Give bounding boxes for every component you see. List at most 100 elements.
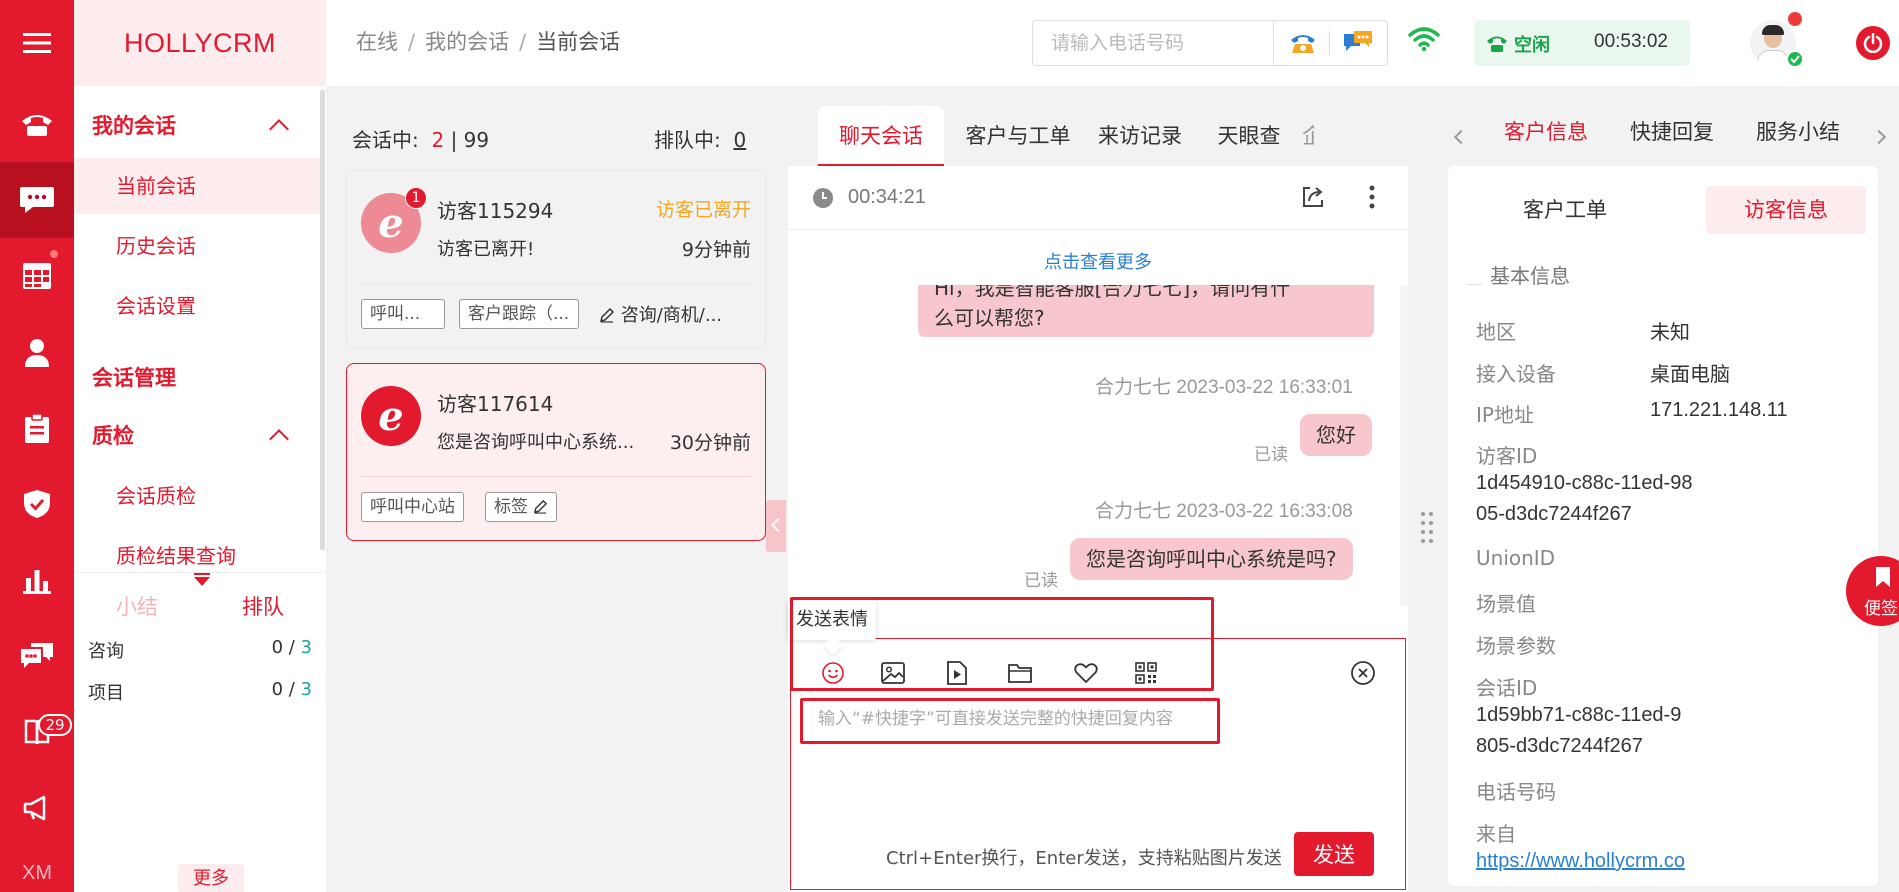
message-bubble: 您好 [1300,414,1372,456]
resize-handle-icon[interactable] [1420,510,1434,549]
unread-badge: 1 [405,187,427,209]
stat-row: 项目 0 / 3 [88,679,312,705]
agent-status[interactable]: 空闲 00:53:02 [1474,20,1690,66]
field-value: 1d59bb71-c88c-11ed-9 805-d3dc7244f267 [1476,704,1682,757]
chevron-up-icon[interactable] [269,429,289,449]
queue-value[interactable]: 0 [733,128,746,152]
tab-queue[interactable]: 排队 [200,591,326,621]
chart-icon[interactable] [0,542,74,618]
sticky-label: 便签 [1864,599,1898,619]
grid-icon[interactable] [0,238,74,314]
subtab-customer-ticket[interactable]: 客户工单 [1510,186,1620,234]
nav-scrollbar[interactable] [320,90,325,550]
stat-label: 咨询 [88,641,124,662]
power-icon[interactable] [1856,26,1890,60]
field-value: 未知 [1650,322,1690,344]
conversation-card[interactable]: e 1 访客115294 访客已离开 访客已离开! 9分钟前 呼叫... 客户跟… [346,170,766,348]
visitor-name: 访客115294 [437,199,554,223]
message-meta: 合力七七 2023-03-22 16:33:01 [1095,377,1353,398]
tab-quick-reply[interactable]: 快捷回复 [1630,116,1714,146]
dial-icon[interactable] [1289,31,1317,60]
nav-item-qc-session[interactable]: 会话质检 [74,468,320,524]
caret-down-icon[interactable] [194,577,210,586]
nav-item-settings[interactable]: 会话设置 [74,278,320,334]
user-icon[interactable] [0,314,74,390]
tag[interactable]: 客户跟踪（... [459,299,579,329]
nav-item-qc-query[interactable]: 质检结果查询 [74,528,320,584]
nav-group-qc[interactable]: 质检 [92,420,134,450]
tab-visit-record[interactable]: 来访记录 [1088,106,1192,166]
conversation-card-active[interactable]: e 访客117614 您是咨询呼叫中心系统... 30分钟前 呼叫中心站 标签 [346,363,766,541]
secondary-nav: HOLLYCRM 我的会话 当前会话 历史会话 会话设置 会话管理 质检 会话质… [74,0,326,892]
field-label: 来自 [1476,822,1516,846]
message-bubble: Hi，我是智能客服[合力七七]，请问有什 么可以帮您? [918,285,1374,337]
tag-edit[interactable]: 咨询/商机/... [599,301,722,327]
chevron-right-icon[interactable] [1871,129,1887,145]
shield-icon[interactable] [0,466,74,542]
tab-customer-info[interactable]: 客户信息 [1504,116,1588,146]
view-more-link[interactable]: 点击查看更多 [788,248,1408,274]
tab-service-summary[interactable]: 服务小结 [1756,116,1840,146]
breadcrumb-my-sessions[interactable]: 我的会话 [425,30,509,54]
send-button[interactable]: 发送 [1294,832,1374,876]
field-label: 场景参数 [1476,634,1556,658]
more-button[interactable]: 更多 [178,864,244,892]
bookmark-icon [1874,566,1892,593]
breadcrumb-online[interactable]: 在线 [356,30,398,54]
tab-truncated[interactable]: 企 [1302,106,1314,166]
tag[interactable]: 呼叫... [361,299,445,329]
tab-tianyancha[interactable]: 天眼查 [1204,106,1294,166]
announcement-icon[interactable] [0,770,74,846]
phone-search [1032,20,1388,66]
send-hint: Ctrl+Enter换行，Enter发送，支持粘贴图片发送 [886,848,1282,869]
customer-info-panel: 客户工单 访客信息 基本信息 地区 未知 接入设备 桌面电脑 IP地址 171.… [1448,166,1878,886]
close-icon[interactable] [1350,660,1376,691]
status-label: 空闲 [1514,35,1550,56]
tab-chat[interactable]: 聊天会话 [818,106,944,166]
chat-icon[interactable] [0,162,74,238]
time-ago: 9分钟前 [681,239,751,261]
read-status: 已读 [1254,445,1288,465]
collapse-list-button[interactable] [766,500,786,552]
nav-item-current-session[interactable]: 当前会话 [74,158,320,214]
tab-summary[interactable]: 小结 [74,591,200,621]
tab-customer-ticket[interactable]: 客户与工单 [958,106,1078,166]
toolbar-highlight [790,597,1214,691]
chat-scrollbar[interactable] [1400,286,1408,606]
more-icon[interactable] [1368,184,1376,215]
nav-group-my-sessions[interactable]: 我的会话 [92,110,176,140]
tag[interactable]: 呼叫中心站 [361,492,464,522]
visitor-state: 访客已离开 [655,199,751,221]
field-label: 场景值 [1476,592,1536,616]
source-link[interactable]: https://www.hollycrm.co [1476,850,1685,873]
nav-item-history[interactable]: 历史会话 [74,218,320,274]
footer-logo: XM [22,862,52,884]
summary-panel: 小结 排队 咨询 0 / 3 项目 0 / 3 [74,572,326,704]
field-label: 会话ID [1476,676,1538,700]
phone-icon[interactable] [0,86,74,162]
info-subtabs: 客户工单 访客信息 [1448,186,1878,234]
stat-value: 0 / 3 [271,637,312,658]
queue-count: 排队中: 0 [654,128,747,152]
menu-icon[interactable] [0,0,74,86]
message-clip: Hi，我是智能客服[合力七七]，请问有什 么可以帮您? [788,285,1400,337]
chevron-up-icon[interactable] [269,119,289,139]
icon-rail: 29 XM [0,0,74,892]
phone-input[interactable] [1033,21,1273,65]
phone-status-icon [1486,33,1508,58]
clipboard-icon[interactable] [0,390,74,466]
nav-group-manage[interactable]: 会话管理 [92,362,176,392]
chat-input[interactable] [804,700,1222,738]
pencil-icon [534,499,548,514]
tag-edit[interactable]: 标签 [485,492,558,522]
message-icon[interactable] [1343,30,1373,61]
breadcrumb: 在线 / 我的会话 / 当前会话 [356,30,621,54]
breadcrumb-current: 当前会话 [536,30,621,54]
collapse-bar[interactable] [194,573,210,575]
quick-reply-icon[interactable] [0,618,74,694]
chevron-left-icon[interactable] [1453,129,1469,145]
session-timer: 00:34:21 [848,186,926,208]
clock-icon [812,187,834,214]
share-icon[interactable] [1300,184,1326,215]
subtab-visitor-info[interactable]: 访客信息 [1706,186,1866,234]
